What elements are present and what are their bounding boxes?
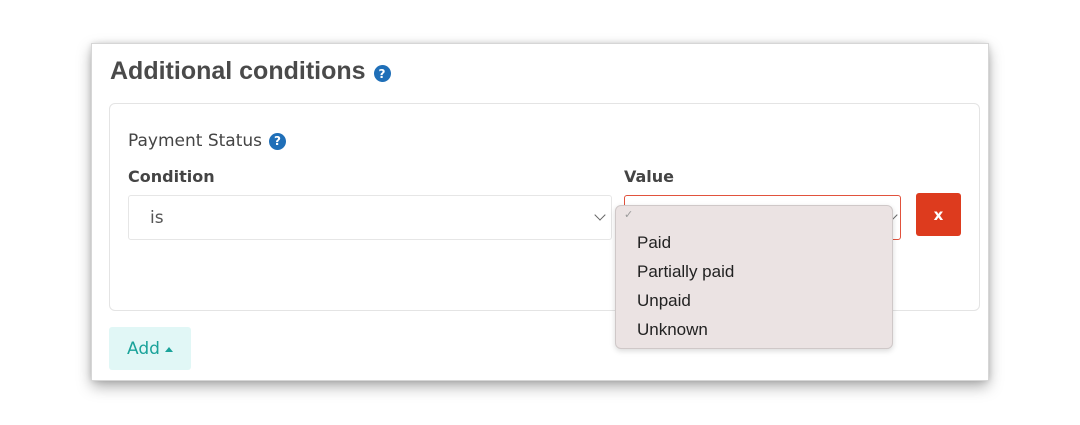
condition-select[interactable]: is xyxy=(128,195,612,240)
condition-select-value: is xyxy=(150,208,164,228)
dropdown-option-unknown[interactable]: Unknown xyxy=(637,320,708,340)
panel-title: Additional conditions xyxy=(110,57,366,85)
condition-label: Condition xyxy=(128,167,215,186)
field-title-row: Payment Status ? xyxy=(128,131,286,151)
chevron-down-icon xyxy=(594,209,606,221)
caret-up-icon xyxy=(164,346,173,352)
checkmark-icon: ✓ xyxy=(624,208,634,221)
add-button-label: Add xyxy=(127,338,160,359)
dropdown-option-unpaid[interactable]: Unpaid xyxy=(637,291,691,311)
question-circle-icon[interactable]: ? xyxy=(269,132,286,150)
dropdown-option-partially-paid[interactable]: Partially paid xyxy=(637,262,734,282)
question-circle-icon[interactable]: ? xyxy=(373,65,391,82)
additional-conditions-panel: Additional conditions ? Payment Status ?… xyxy=(92,44,988,380)
dropdown-option-paid[interactable]: Paid xyxy=(637,233,671,253)
field-title: Payment Status xyxy=(128,131,262,151)
remove-condition-button[interactable]: x xyxy=(916,193,961,236)
panel-title-row: Additional conditions ? xyxy=(110,57,391,86)
value-label: Value xyxy=(624,167,675,186)
value-dropdown-menu: ✓ Paid Partially paid Unpaid Unknown xyxy=(615,205,893,349)
add-button[interactable]: Add xyxy=(109,327,191,370)
